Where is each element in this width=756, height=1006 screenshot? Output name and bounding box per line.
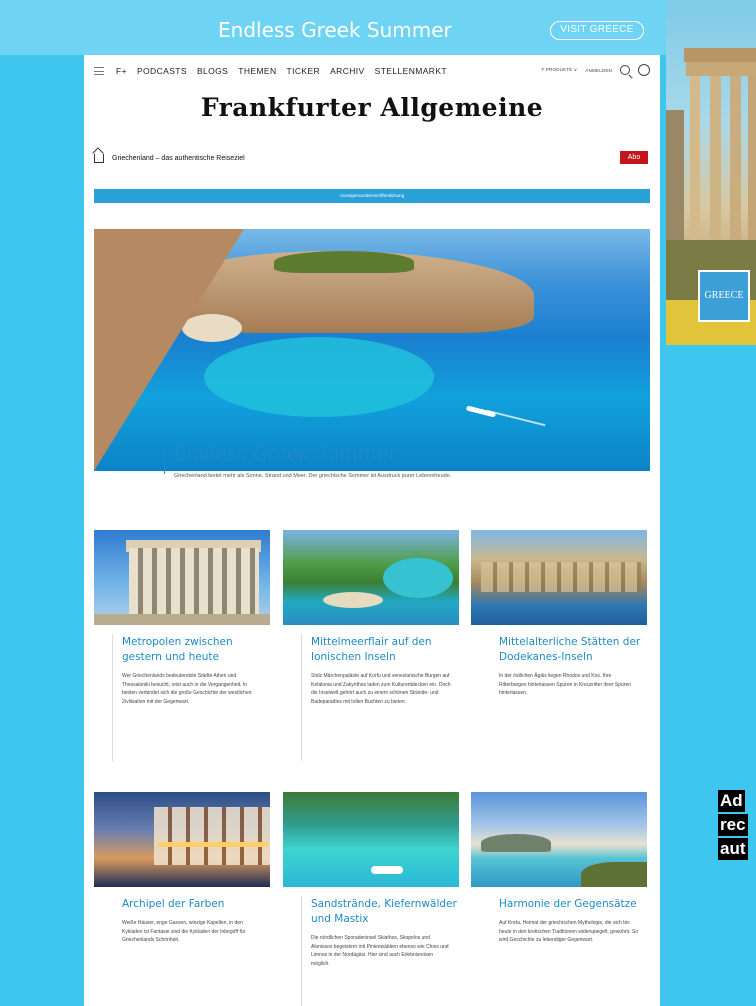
card-text: Wer Griechenlands bedeutendste Städte At… <box>122 673 252 705</box>
card-text: In der östlichen Ägäis liegen Rhodos und… <box>499 673 632 696</box>
card-metropolen[interactable]: Metropolen zwischen gestern und heute We… <box>94 530 270 761</box>
nav-item-blogs[interactable]: BLOGS <box>197 66 228 76</box>
card-text: Die nördlichen Sporadeninsel Skiathos, S… <box>311 935 449 967</box>
card-image-corfu[interactable] <box>283 530 459 625</box>
nav-item-fplus[interactable]: F+ <box>116 66 127 76</box>
nav-right: F PRODUKTE ∨ ANMELDEN <box>541 64 650 76</box>
ad-disclaimer-line-3: aut <box>718 838 748 860</box>
card-text: Stolz Märchenpaläste auf Korfu und venez… <box>311 673 451 705</box>
nav-item-podcasts[interactable]: PODCASTS <box>137 66 187 76</box>
nav-items: F+ PODCASTS BLOGS THEMEN TICKER ARCHIV S… <box>116 66 447 76</box>
nav-item-ticker[interactable]: TICKER <box>287 66 321 76</box>
card-text: Auf Kreta, Heimat der griechischen Mytho… <box>499 920 638 943</box>
card-title[interactable]: Mittelmeerflair auf den Ionischen Inseln <box>311 635 457 665</box>
ad-disclaimer-line-1: Ad <box>718 790 745 812</box>
visit-greece-button[interactable]: VISIT GREECE <box>550 21 644 40</box>
card-title[interactable]: Mittelalterliche Stätten der Dodekanes-I… <box>499 635 645 665</box>
card-image-lagoon[interactable] <box>283 792 459 887</box>
card-title[interactable]: Metropolen zwischen gestern und heute <box>122 635 268 665</box>
hero-image <box>94 229 650 471</box>
ad-disclaimer-line-2: rec <box>718 814 748 836</box>
card-dodekanes[interactable]: Mittelalterliche Stätten der Dodekanes-I… <box>471 530 647 698</box>
user-icon[interactable] <box>638 64 650 76</box>
login-link[interactable]: ANMELDEN <box>585 68 612 73</box>
breadcrumb-label[interactable]: Griechenland – das authentische Reisezie… <box>112 155 245 162</box>
card-title[interactable]: Harmonie der Gegensätze <box>499 897 645 912</box>
card-title[interactable]: Sandstrände, Kiefernwälder und Mastix <box>311 897 457 927</box>
card-image-rhodes[interactable] <box>471 530 647 625</box>
breadcrumb: Griechenland – das authentische Reisezie… <box>94 154 245 163</box>
card-harmonie[interactable]: Harmonie der Gegensätze Auf Kreta, Heima… <box>471 792 647 945</box>
ad-disclaimer: Ad rec aut <box>718 790 756 862</box>
card-archipel[interactable]: Archipel der Farben Weiße Häuser, enge G… <box>94 792 270 945</box>
menu-icon[interactable] <box>94 67 104 75</box>
products-menu[interactable]: F PRODUKTE ∨ <box>541 67 577 73</box>
card-text: Weiße Häuser, enge Gassen, winzige Kapel… <box>122 920 246 943</box>
top-navigation: F+ PODCASTS BLOGS THEMEN TICKER ARCHIV S… <box>84 55 660 85</box>
right-skyscraper-ad[interactable]: GREECE <box>666 0 756 345</box>
greece-badge: GREECE <box>698 270 750 322</box>
search-icon[interactable] <box>620 65 630 75</box>
card-image-mykonos[interactable] <box>94 792 270 887</box>
nav-item-stellenmarkt[interactable]: STELLENMARKT <box>375 66 447 76</box>
banner-title: Endless Greek Summer <box>218 18 452 42</box>
right-ad-background <box>666 345 756 1006</box>
card-ionische-inseln[interactable]: Mittelmeerflair auf den Ionischen Inseln… <box>283 530 459 761</box>
top-ad-banner[interactable]: Endless Greek Summer VISIT GREECE <box>0 0 666 55</box>
card-title[interactable]: Archipel der Farben <box>122 897 268 912</box>
card-image-parthenon[interactable] <box>94 530 270 625</box>
nav-item-themen[interactable]: THEMEN <box>238 66 276 76</box>
home-icon[interactable] <box>94 154 104 163</box>
abo-button[interactable]: Abo <box>620 151 648 164</box>
nav-item-archiv[interactable]: ARCHIV <box>330 66 365 76</box>
card-sandstraende[interactable]: Sandstrände, Kiefernwälder und Mastix Di… <box>283 792 459 1006</box>
masthead-logo[interactable]: Frankfurter Allgemeine <box>84 93 660 122</box>
ad-label-strip: Anzeigensonderveröffentlichung <box>94 189 650 203</box>
card-image-balos[interactable] <box>471 792 647 887</box>
